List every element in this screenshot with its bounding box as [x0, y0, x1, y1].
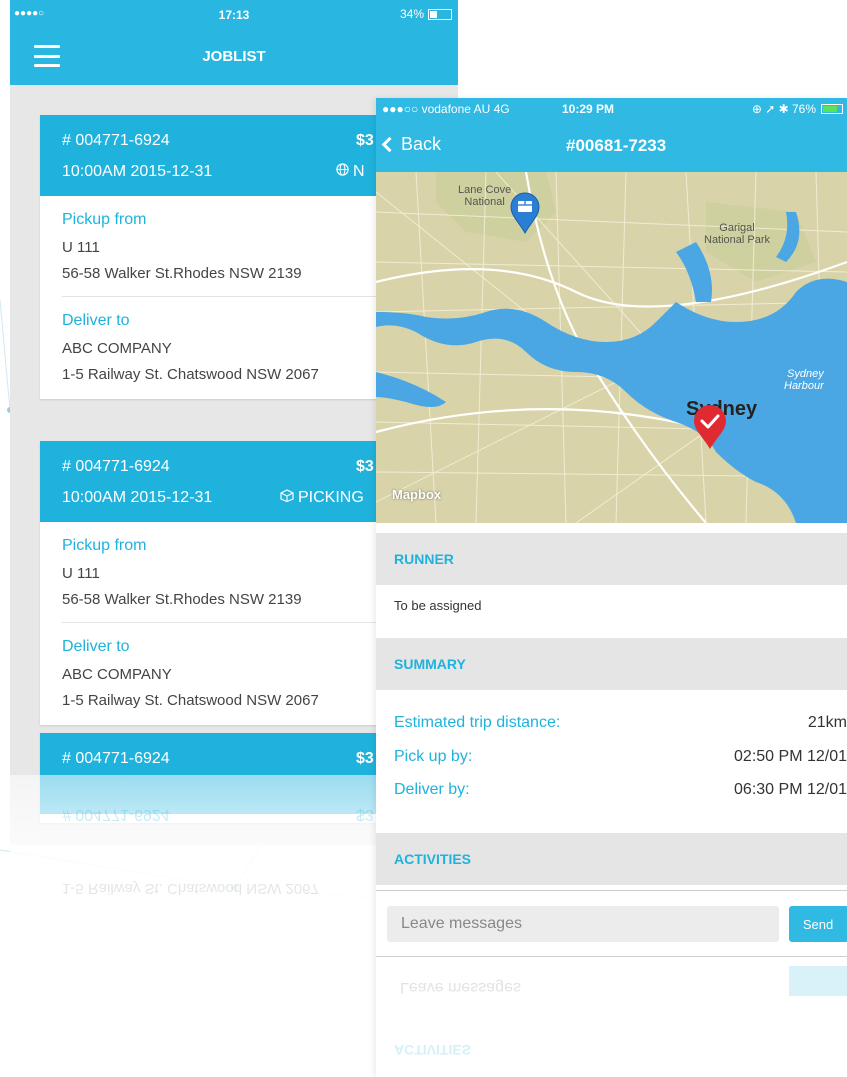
status-time: 17:13 [218, 8, 250, 22]
runner-section-header: RUNNER [376, 533, 847, 585]
job-id: # 004771-6924 [62, 132, 170, 149]
status-bar: ●●●●○ 17:13 34% [10, 0, 458, 30]
job-status-label: N [353, 163, 365, 180]
reflected-job-id: # 004771-6924 [62, 806, 170, 823]
summary-label: Pick up by: [394, 748, 473, 765]
status-right: ⊕ ➚ ✱ 76% [752, 102, 843, 116]
summary-heading: SUMMARY [394, 656, 466, 672]
send-button[interactable]: Send [789, 906, 847, 942]
job-id: # 004771-6924 [62, 458, 170, 475]
summary-label: Estimated trip distance: [394, 714, 561, 731]
job-status: PICKING [280, 489, 364, 507]
map-label-lane-cove: Lane Cove National [458, 184, 512, 208]
back-button[interactable]: Back [381, 134, 442, 155]
summary-section-header: SUMMARY [376, 638, 847, 690]
navigation-bar: Back #00681-7233 [376, 120, 847, 172]
reflected-job-price: $3 [356, 806, 374, 823]
divider [376, 956, 847, 957]
message-input[interactable] [387, 906, 779, 942]
page-title: #00681-7233 [566, 136, 667, 155]
status-bar: ●●●○○ vodafone AU 4G 10:29 PM ⊕ ➚ ✱ 76% [376, 98, 847, 120]
route-map[interactable]: Lane Cove National Garigal National Park S… [376, 172, 847, 523]
summary-value: 21km [807, 714, 847, 731]
reflected-address: 1-5 Railway St. Chatswood NSW 2067 [62, 880, 319, 897]
status-time: 10:29 PM [562, 102, 615, 116]
summary-label: Deliver by: [394, 781, 470, 798]
screenshot-stage: ●●●●○ 17:13 34% JOBLIST # 004771-6924 $3… [0, 0, 847, 1077]
check-pin-icon[interactable] [692, 404, 728, 450]
divider [376, 890, 847, 891]
job-id: # 004771-6924 [62, 750, 170, 767]
map-canvas [376, 172, 847, 523]
page-title: JOBLIST [202, 48, 266, 65]
box-icon [280, 489, 294, 507]
reflected-activities-heading: ACTIVITIES [394, 1042, 472, 1058]
reflected-send-button [789, 966, 847, 996]
job-status: N [336, 163, 365, 181]
activities-section-header: ACTIVITIES [376, 833, 847, 885]
job-price: $3 [356, 458, 374, 475]
job-detail-screen: ●●●○○ vodafone AU 4G 10:29 PM ⊕ ➚ ✱ 76% … [376, 98, 847, 1077]
globe-icon [336, 163, 349, 181]
carrier-info: ●●●○○ vodafone AU 4G [382, 102, 510, 116]
battery-percent: 34% [399, 7, 424, 21]
job-price: $3 [356, 750, 374, 767]
runner-heading: RUNNER [394, 551, 454, 567]
back-label: Back [401, 134, 442, 154]
mapbox-attribution: Mapbox [392, 487, 442, 502]
runner-value: To be assigned [394, 598, 482, 613]
battery-icon [821, 104, 843, 114]
chevron-left-icon [381, 136, 398, 153]
reflection-fade [376, 958, 847, 1077]
activities-heading: ACTIVITIES [394, 851, 472, 867]
job-time: 10:00AM 2015-12-31 [62, 163, 213, 180]
map-label-harbour: Sydney Harbour [784, 368, 824, 392]
job-status-label: PICKING [298, 489, 364, 506]
summary-value: 06:30 PM 12/01 [734, 781, 847, 798]
battery-indicator: 34% [400, 7, 452, 21]
job-price: $3 [356, 132, 374, 149]
reflected-message-placeholder: Leave messages [400, 979, 521, 996]
job-time: 10:00AM 2015-12-31 [62, 489, 213, 506]
map-label-garigal: Garigal National Park [704, 222, 771, 246]
battery-icon [428, 8, 452, 20]
status-indicators: ⊕ ➚ ✱ 76% [751, 102, 816, 116]
summary-value: 02:50 PM 12/01 [734, 748, 847, 765]
navigation-bar: JOBLIST [10, 30, 458, 85]
package-pin-icon[interactable] [509, 192, 541, 234]
